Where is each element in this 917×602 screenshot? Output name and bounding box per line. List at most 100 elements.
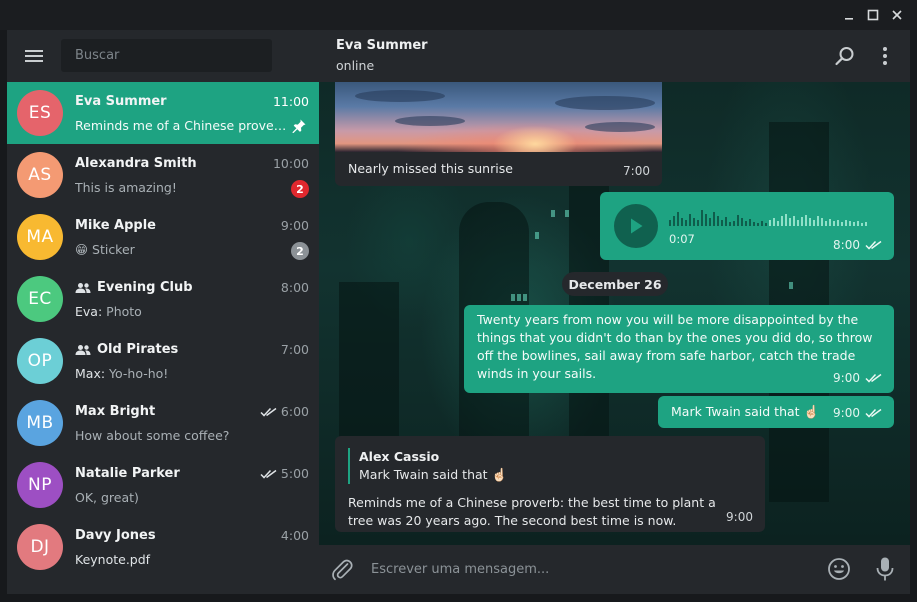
chat-item-mike-apple[interactable]: MA Mike Apple 9:00 😁 Sticker 2 [7, 206, 319, 268]
photo-cloud [395, 116, 465, 126]
microphone-icon[interactable] [872, 556, 898, 582]
double-check-icon [260, 469, 277, 479]
photo-message[interactable]: Nearly missed this sunrise 7:00 [335, 82, 662, 186]
chat-preview: OK, great) [75, 490, 139, 505]
maximize-icon[interactable] [866, 8, 880, 22]
message-time: 8:00 [833, 236, 882, 254]
close-icon[interactable] [890, 8, 904, 22]
wallpaper-light [565, 210, 569, 217]
unread-badge: 2 [291, 180, 309, 198]
play-icon [631, 218, 643, 234]
chat-name: Eva Summer [75, 94, 167, 109]
chat-name: Alexandra Smith [75, 156, 197, 171]
avatar: MB [17, 400, 63, 446]
chat-name-label: Natalie Parker [75, 466, 180, 481]
chat-time: 9:00 [280, 218, 309, 233]
double-check-icon [865, 373, 882, 383]
chat-preview: This is amazing! [75, 180, 177, 195]
sunrise-photo[interactable] [335, 82, 662, 152]
chat-name: Mike Apple [75, 218, 156, 233]
chat-name: Davy Jones [75, 528, 156, 543]
chat-time: 6:00 [260, 404, 309, 419]
message-time-label: 9:00 [833, 406, 860, 420]
search-input[interactable] [61, 39, 272, 72]
avatar: AS [17, 152, 63, 198]
chat-time: 5:00 [260, 466, 309, 481]
chat-name: Natalie Parker [75, 466, 180, 481]
chat-list: ES Eva Summer 11:00 Reminds me of a Chin… [7, 82, 319, 578]
message-composer [319, 545, 910, 594]
chat-item-max-bright[interactable]: MB Max Bright 6:00 How about some coffee… [7, 392, 319, 454]
group-icon [75, 282, 91, 293]
message-text: Twenty years from now you will be more d… [477, 312, 873, 381]
chat-header-name[interactable]: Eva Summer [336, 38, 428, 53]
chat-name: Evening Club [75, 280, 193, 295]
chat-preview-sender: Eva: [75, 304, 103, 319]
wallpaper-light [511, 294, 515, 301]
message-input[interactable] [371, 555, 801, 583]
chat-time: 8:00 [280, 280, 309, 295]
photo-cloud [355, 90, 445, 102]
chat-time: 11:00 [272, 94, 309, 109]
message-time-label: 9:00 [726, 510, 753, 524]
message-time: 7:00 [623, 162, 650, 180]
message-time-label: 8:00 [833, 238, 860, 252]
chat-item-old-pirates[interactable]: OP Old Pirates 7:00 Max: Yo-ho-ho! [7, 330, 319, 392]
outgoing-message[interactable]: Mark Twain said that ☝🏻 9:00 [658, 396, 894, 428]
chat-name-label: Eva Summer [75, 94, 167, 109]
photo-cloud [555, 96, 655, 110]
chat-name-label: Max Bright [75, 404, 156, 419]
double-check-icon [260, 407, 277, 417]
avatar: OP [17, 338, 63, 384]
avatar: DJ [17, 524, 63, 570]
hamburger-menu-icon[interactable] [23, 46, 45, 66]
chat-name-label: Alexandra Smith [75, 156, 197, 171]
chat-name-label: Old Pirates [97, 342, 179, 357]
more-options-icon[interactable] [873, 44, 897, 68]
wallpaper-light [551, 210, 555, 217]
chat-header: Eva Summer online [319, 30, 910, 82]
reply-author: Alex Cassio [359, 449, 440, 464]
avatar: EC [17, 276, 63, 322]
chat-item-natalie-parker[interactable]: NP Natalie Parker 5:00 OK, great) [7, 454, 319, 516]
chat-item-alexandra-smith[interactable]: AS Alexandra Smith 10:00 This is amazing… [7, 144, 319, 206]
chat-name: Max Bright [75, 404, 155, 419]
voice-duration: 0:07 [669, 232, 695, 246]
chat-time: 10:00 [272, 156, 309, 171]
play-button[interactable] [614, 204, 658, 248]
chat-item-evening-club[interactable]: EC Evening Club 8:00 Eva: Photo [7, 268, 319, 330]
voice-message[interactable]: 0:07 8:00 [600, 192, 894, 260]
chat-header-status: online [336, 58, 375, 73]
chat-item-davy-jones[interactable]: DJ Davy Jones 4:00 Keynote.pdf [7, 516, 319, 578]
telegram-window: ES Eva Summer 11:00 Reminds me of a Chin… [0, 0, 917, 602]
chat-preview: How about some coffee? [75, 428, 230, 443]
chat-time: 7:00 [280, 342, 309, 357]
wallpaper-light [523, 294, 527, 301]
chat-name: Old Pirates [75, 342, 178, 357]
reply-quote[interactable]: Alex Cassio Mark Twain said that ☝🏻 [348, 448, 507, 484]
chat-time: 4:00 [280, 528, 309, 543]
chat-name-label: Davy Jones [75, 528, 156, 543]
attach-icon[interactable] [329, 556, 355, 582]
voice-waveform[interactable] [669, 208, 879, 226]
search-icon[interactable] [833, 44, 857, 68]
outgoing-message[interactable]: Twenty years from now you will be more d… [464, 305, 894, 393]
incoming-reply-message[interactable]: Alex Cassio Mark Twain said that ☝🏻 Remi… [335, 436, 765, 532]
chat-preview: 😁 Sticker [75, 242, 135, 257]
pin-icon [291, 118, 307, 138]
chat-preview-text: Yo-ho-ho! [109, 366, 169, 381]
double-check-icon [865, 408, 882, 418]
chat-preview-sender: Max: [75, 366, 106, 381]
message-time: 9:00 [726, 508, 753, 526]
sidebar: ES Eva Summer 11:00 Reminds me of a Chin… [7, 30, 319, 594]
avatar: NP [17, 462, 63, 508]
emoji-icon[interactable] [826, 556, 852, 582]
minimize-icon[interactable] [842, 8, 856, 22]
chat-time-label: 6:00 [280, 404, 309, 419]
chat-item-eva-summer[interactable]: ES Eva Summer 11:00 Reminds me of a Chin… [7, 82, 319, 144]
reply-quote-text: Mark Twain said that ☝🏻 [359, 467, 508, 482]
photo-caption: Nearly missed this sunrise [348, 161, 513, 176]
sidebar-header [7, 30, 319, 82]
message-time: 9:00 [833, 369, 882, 387]
chat-name-label: Mike Apple [75, 218, 156, 233]
